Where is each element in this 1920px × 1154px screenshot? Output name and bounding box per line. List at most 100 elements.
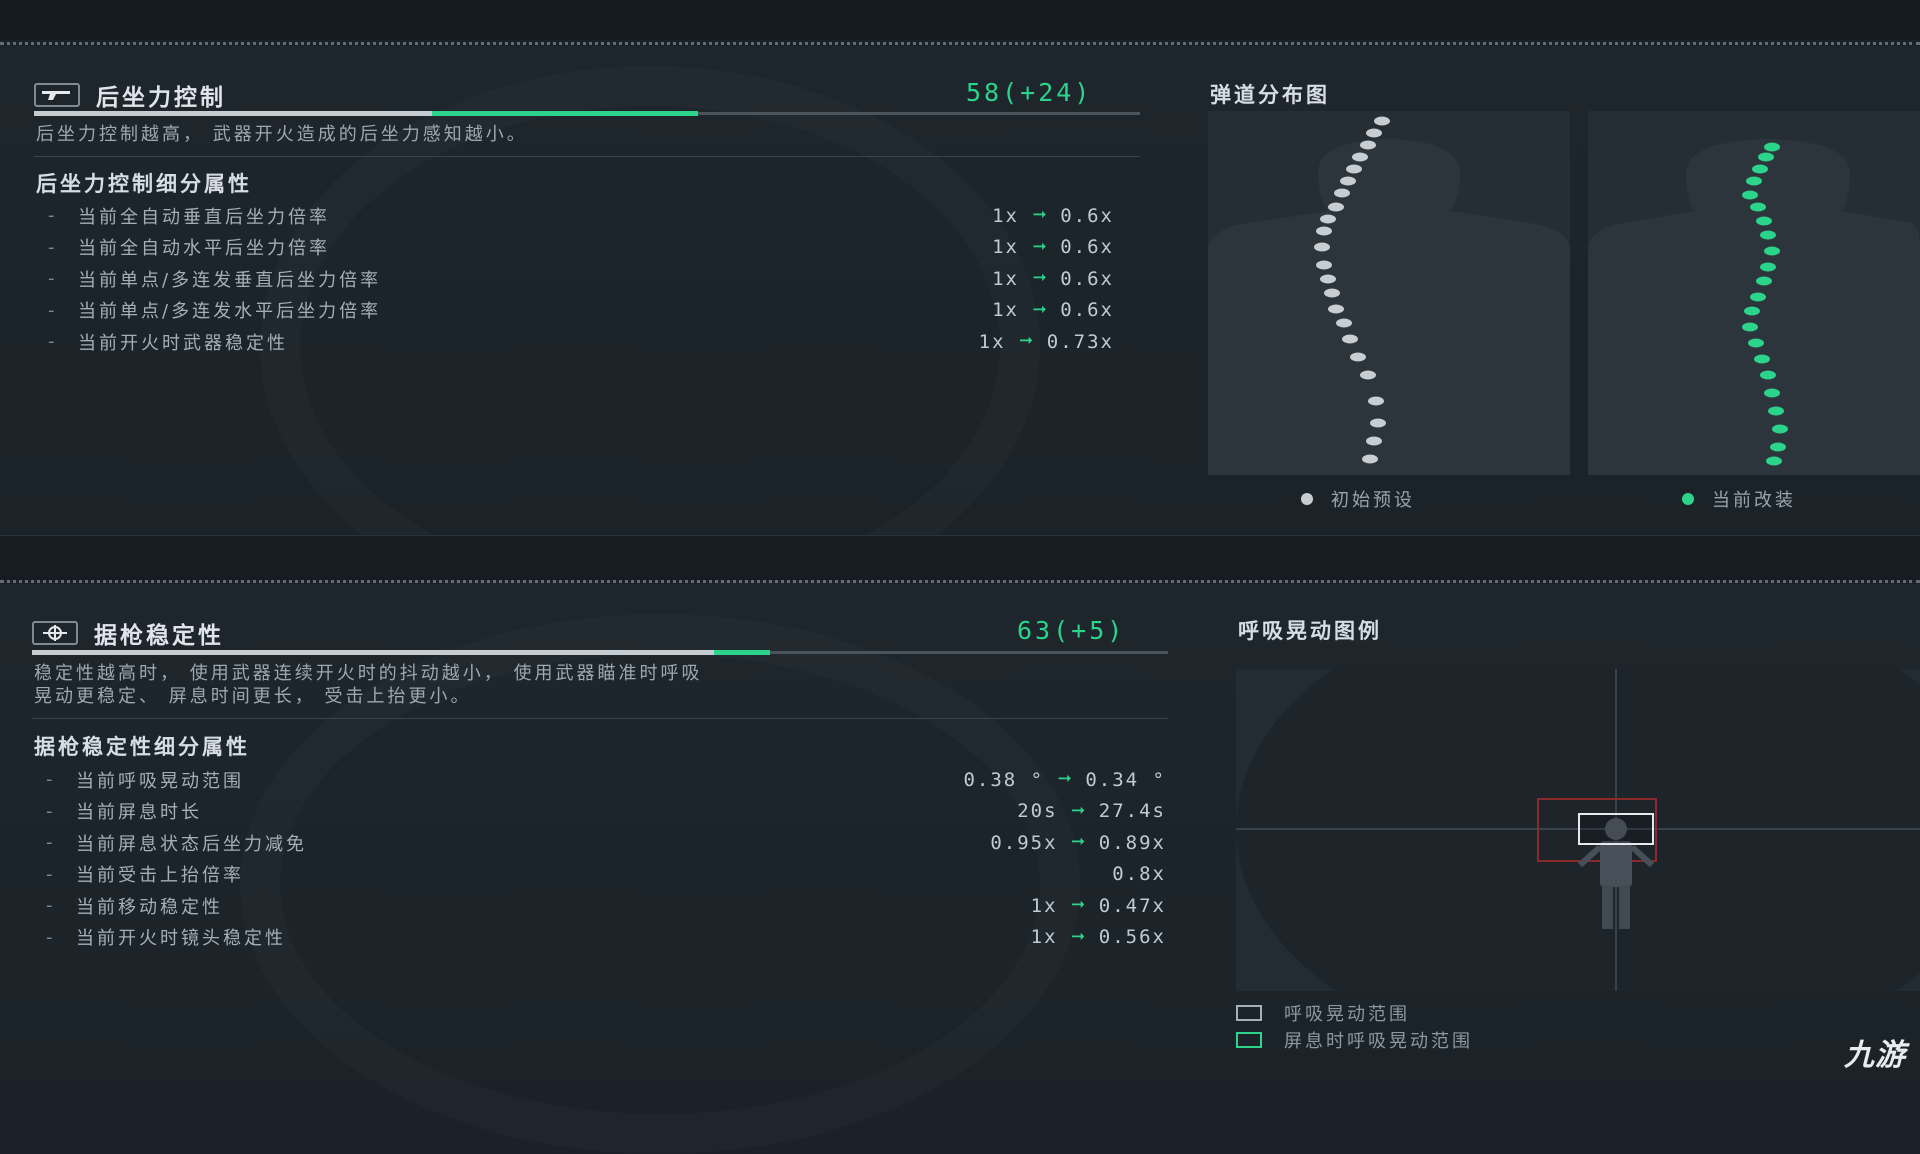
bullet: -	[46, 800, 56, 822]
attribute-values: 1x ➞ 0.6x	[992, 235, 1114, 260]
legend-default-label: 初始预设	[1331, 490, 1415, 511]
bullet: -	[48, 331, 58, 353]
impact-dot	[1764, 388, 1780, 398]
recoil-header: 后坐力控制	[34, 78, 226, 112]
attribute-row: - 当前单点/多连发垂直后坐力倍率 1x ➞ 0.6x	[48, 263, 1114, 295]
stability-attribute-list: - 当前呼吸晃动范围 0.38 ° ➞ 0.34 ° - 当前屏息时长 20s ➞ 27.4s - 当…	[46, 764, 1166, 953]
sway-diagram	[1236, 669, 1920, 991]
site-watermark: 九游	[1844, 1039, 1906, 1072]
recoil-bonus-fill	[432, 111, 698, 116]
impact-dot	[1346, 164, 1362, 174]
attribute-values: 1x ➞ 0.73x	[979, 329, 1114, 354]
impact-dot	[1752, 164, 1768, 174]
impact-dot	[1334, 188, 1350, 198]
stability-divider	[32, 718, 1168, 719]
value-from: 1x	[992, 267, 1019, 290]
attribute-row: - 当前全自动垂直后坐力倍率 1x ➞ 0.6x	[48, 200, 1114, 232]
attribute-row: - 当前移动稳定性 1x ➞ 0.47x	[46, 890, 1166, 922]
impact-dot	[1770, 442, 1786, 452]
arrow-right-icon: ➞	[1032, 297, 1047, 323]
attribute-row: - 当前全自动水平后坐力倍率 1x ➞ 0.6x	[48, 232, 1114, 264]
ballistic-target-current	[1588, 111, 1920, 475]
attribute-values: 0.95x ➞ 0.89x	[990, 830, 1166, 855]
bullet: -	[46, 769, 56, 791]
attribute-row: - 当前开火时镜头稳定性 1x ➞ 0.56x	[46, 922, 1166, 954]
impact-dot	[1742, 322, 1758, 332]
arrow-right-icon: ➞	[1071, 924, 1085, 950]
impact-dot	[1366, 128, 1382, 138]
stability-subtitle: 据枪稳定性细分属性	[34, 735, 250, 759]
attribute-label: 当前单点/多连发水平后坐力倍率	[78, 301, 382, 323]
impact-dot	[1324, 288, 1340, 298]
impact-dot	[1750, 202, 1766, 212]
ballistic-title: 弹道分布图	[1210, 83, 1330, 107]
bullet: -	[48, 236, 58, 258]
attribute-row: - 当前单点/多连发水平后坐力倍率 1x ➞ 0.6x	[48, 295, 1114, 327]
impact-dot	[1368, 396, 1384, 406]
value-to: 27.4s	[1098, 800, 1166, 823]
recoil-title: 后坐力控制	[96, 85, 226, 111]
value-from: 1x	[992, 299, 1019, 322]
breath-hold-range-box	[1578, 813, 1654, 845]
attribute-row: - 当前开火时武器稳定性 1x ➞ 0.73x	[48, 326, 1114, 358]
recoil-base-fill	[34, 111, 433, 116]
impact-dot	[1316, 226, 1332, 236]
arrow-right-icon: ➞	[1032, 234, 1047, 260]
impact-dot	[1370, 418, 1386, 428]
square-green-outline-icon	[1236, 1032, 1262, 1048]
impact-dot	[1760, 370, 1776, 380]
stability-description: 稳定性越高时， 使用武器连续开火时的抖动越小， 使用武器瞄准时呼吸 晃动更稳定、…	[34, 662, 702, 708]
crosshair-icon	[32, 621, 78, 645]
impact-dot	[1314, 242, 1330, 252]
sway-legend-1-label: 呼吸晃动范围	[1284, 1004, 1410, 1025]
stability-score: 63(+5)	[1017, 616, 1126, 645]
impact-dot	[1340, 176, 1356, 186]
attribute-label: 当前全自动垂直后坐力倍率	[78, 206, 330, 228]
recoil-progress-bar	[34, 111, 1140, 116]
attribute-row: - 当前呼吸晃动范围 0.38 ° ➞ 0.34 °	[46, 764, 1166, 796]
sway-legend-2-label: 屏息时呼吸晃动范围	[1284, 1031, 1473, 1052]
impact-dot	[1748, 338, 1764, 348]
impact-dot	[1366, 436, 1382, 446]
legend-default: 初始预设	[1301, 486, 1415, 512]
impact-dot	[1760, 230, 1776, 240]
stability-progress-bar	[32, 650, 1168, 655]
value-from: 0.95x	[990, 831, 1058, 854]
impact-dot	[1360, 140, 1376, 150]
impact-dot	[1360, 370, 1376, 380]
sway-title: 呼吸晃动图例	[1238, 619, 1382, 643]
value-from: 1x	[992, 236, 1019, 259]
impact-dot	[1760, 262, 1776, 272]
impact-dot	[1328, 202, 1344, 212]
attribute-values: 1x ➞ 0.56x	[1031, 925, 1166, 950]
pistol-icon	[34, 83, 80, 107]
stability-bonus-fill	[713, 650, 771, 655]
value-from: 1x	[978, 330, 1006, 353]
sway-legend-2: 屏息时呼吸晃动范围	[1236, 1027, 1473, 1053]
impact-dot	[1758, 152, 1774, 162]
bullet: -	[46, 895, 56, 917]
value-to: 0.73x	[1046, 330, 1114, 353]
arrow-right-icon: ➞	[1032, 203, 1047, 229]
attribute-values: 1x ➞ 0.6x	[992, 203, 1114, 228]
impact-dot	[1316, 260, 1332, 270]
impact-dot	[1336, 318, 1352, 328]
bullet: -	[48, 299, 58, 321]
attribute-label: 当前移动稳定性	[76, 896, 223, 918]
attribute-row: - 当前屏息状态后坐力减免 0.95x ➞ 0.89x	[46, 827, 1166, 859]
stability-header: 据枪稳定性	[32, 616, 224, 650]
value-to: 0.56x	[1098, 926, 1166, 949]
middle-divider	[0, 580, 1920, 583]
recoil-subtitle: 后坐力控制细分属性	[36, 172, 252, 196]
arrow-right-icon: ➞	[1019, 329, 1033, 355]
value-to: 0.89x	[1098, 831, 1166, 854]
impact-dot	[1374, 116, 1390, 126]
recoil-description: 后坐力控制越高， 武器开火造成的后坐力感知越小。	[36, 124, 528, 145]
attribute-label: 当前单点/多连发垂直后坐力倍率	[78, 269, 382, 291]
arrow-right-icon: ➞	[1071, 830, 1085, 856]
legend-current-label: 当前改装	[1712, 490, 1796, 511]
attribute-label: 当前开火时武器稳定性	[78, 332, 288, 354]
legend-current: 当前改装	[1682, 486, 1796, 512]
impact-dot	[1772, 424, 1788, 434]
attribute-values: 1x ➞ 0.6x	[992, 266, 1114, 291]
